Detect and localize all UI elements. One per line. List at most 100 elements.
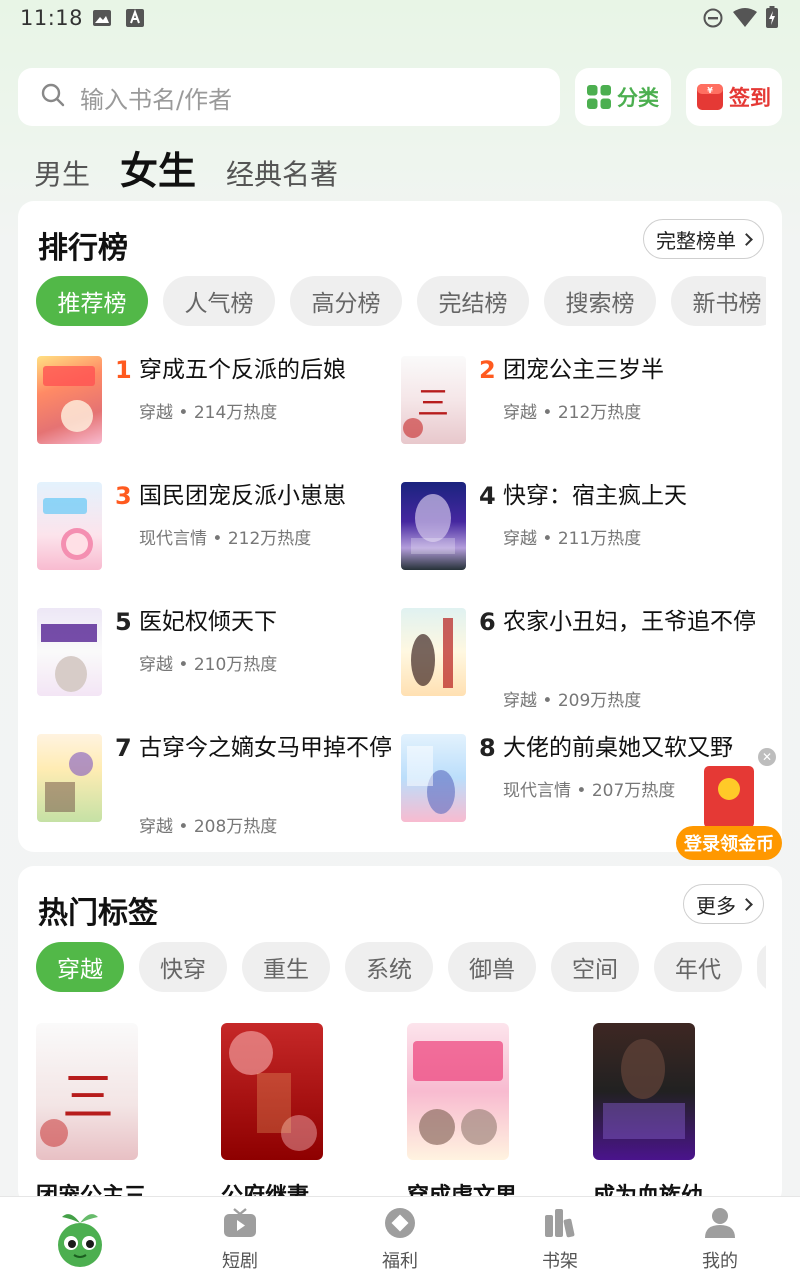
status-time: 11:18 <box>20 6 84 30</box>
tab-new-books[interactable]: 新书榜 <box>671 276 766 326</box>
book-meta: 穿越 • 210万热度 <box>139 655 278 675</box>
book-cover <box>37 734 102 822</box>
nav-home[interactable] <box>0 1197 160 1280</box>
book-cover <box>37 482 102 570</box>
full-ranking-button[interactable]: 完整榜单 <box>643 219 764 259</box>
rank-number: 6 <box>479 608 496 636</box>
rank-item[interactable]: 7 古穿今之嫡女马甲掉不停 穿越 • 208万热度 <box>37 734 397 844</box>
rank-number: 7 <box>115 734 132 762</box>
book-cover <box>37 356 102 444</box>
rank-item[interactable]: 4 快穿：宿主疯上天 穿越 • 211万热度 <box>401 482 761 592</box>
gift-icon <box>382 1207 418 1239</box>
red-packet-icon <box>704 766 754 828</box>
rank-item[interactable]: 1 穿成五个反派的后娘 穿越 • 214万热度 <box>37 356 397 466</box>
tab-search[interactable]: 搜索榜 <box>544 276 656 326</box>
rank-item[interactable]: 三 2 团宠公主三岁半 穿越 • 212万热度 <box>401 356 761 466</box>
category-button[interactable]: 分类 <box>575 68 671 126</box>
book-card[interactable]: 穿成虐文男 <box>407 1023 547 1206</box>
coupon-icon: ¥ <box>697 84 723 110</box>
rank-number: 2 <box>479 356 496 384</box>
tag-chip[interactable]: 年代 <box>654 942 742 992</box>
tag-chip[interactable]: 重生 <box>242 942 330 992</box>
more-tags-label: 更多 <box>696 893 736 918</box>
nav-label: 福利 <box>382 1251 418 1272</box>
rank-item[interactable]: 5 医妃权倾天下 穿越 • 210万热度 <box>37 608 397 718</box>
rank-number: 4 <box>479 482 496 510</box>
hot-tags-card: 热门标签 更多 穿越 快穿 重生 系统 御兽 空间 年代 三 团宠公主三 公府继妻 穿成虐文… <box>18 866 782 1206</box>
bottom-nav: 短剧 福利 书架 我的 <box>0 1196 800 1280</box>
book-meta: 穿越 • 208万热度 <box>139 817 278 837</box>
nav-label: 我的 <box>702 1251 738 1272</box>
hot-tags-title: 热门标签 <box>38 896 158 931</box>
home-mascot-icon <box>52 1209 108 1271</box>
book-cover <box>593 1023 695 1160</box>
tag-chip[interactable]: 御兽 <box>448 942 536 992</box>
ranking-card: 排行榜 完整榜单 推荐榜 人气榜 高分榜 完结榜 搜索榜 新书榜 1 穿成五个反派的后娘 … <box>18 201 782 852</box>
tag-chip-overflow[interactable] <box>757 942 766 992</box>
book-card[interactable]: 三 团宠公主三 <box>36 1023 176 1206</box>
ranking-title: 排行榜 <box>38 231 128 266</box>
book-meta: 穿越 • 212万热度 <box>503 403 642 423</box>
nav-welfare[interactable]: 福利 <box>320 1197 480 1280</box>
nav-label: 书架 <box>542 1251 578 1272</box>
book-cover <box>37 608 102 696</box>
tag-chip[interactable]: 系统 <box>345 942 433 992</box>
svg-text:三: 三 <box>417 384 449 422</box>
search-placeholder: 输入书名/作者 <box>80 85 233 114</box>
tab-classics[interactable]: 经典名著 <box>226 153 338 193</box>
close-icon[interactable]: ✕ <box>758 748 776 766</box>
tab-recommend[interactable]: 推荐榜 <box>36 276 148 326</box>
gender-tabs: 男生 女生 经典名著 <box>34 140 368 195</box>
tag-chip[interactable]: 快穿 <box>139 942 227 992</box>
book-cover <box>221 1023 323 1160</box>
search-input[interactable]: 输入书名/作者 <box>18 68 560 126</box>
chevron-right-icon <box>740 232 753 246</box>
rank-number: 5 <box>115 608 132 636</box>
status-bar: 11:18 <box>0 0 800 40</box>
search-icon <box>40 82 66 112</box>
login-reward-float[interactable]: ✕ 登录领金币 <box>676 748 782 862</box>
book-meta: 穿越 • 211万热度 <box>503 529 642 549</box>
tag-chip[interactable]: 穿越 <box>36 942 124 992</box>
book-cover: 三 <box>401 356 466 444</box>
book-title: 农家小丑妇，王爷追不停 <box>503 609 756 635</box>
ranking-tabs: 推荐榜 人气榜 高分榜 完结榜 搜索榜 新书榜 <box>36 276 766 326</box>
tv-icon <box>222 1207 258 1239</box>
book-cover <box>401 734 466 822</box>
dnd-icon <box>703 8 723 32</box>
book-meta: 穿越 • 209万热度 <box>503 691 642 711</box>
image-icon <box>92 9 112 31</box>
nav-bookshelf[interactable]: 书架 <box>480 1197 640 1280</box>
book-card[interactable]: 成为血族幼 <box>593 1023 733 1206</box>
tag-chip[interactable]: 空间 <box>551 942 639 992</box>
book-title: 国民团宠反派小崽崽 <box>139 483 346 509</box>
tab-high-score[interactable]: 高分榜 <box>290 276 402 326</box>
battery-icon <box>766 6 778 32</box>
tab-popular[interactable]: 人气榜 <box>163 276 275 326</box>
tab-male[interactable]: 男生 <box>34 153 90 193</box>
book-title: 古穿今之嫡女马甲掉不停 <box>139 735 392 761</box>
rank-number: 3 <box>115 482 132 510</box>
book-cover: 三 <box>36 1023 138 1160</box>
book-card[interactable]: 公府继妻 <box>221 1023 361 1206</box>
tab-female[interactable]: 女生 <box>120 140 196 195</box>
nav-short-drama[interactable]: 短剧 <box>160 1197 320 1280</box>
book-meta: 现代言情 • 207万热度 <box>503 781 676 801</box>
bookshelf-icon <box>542 1207 578 1239</box>
grid-icon <box>587 85 611 109</box>
book-title: 团宠公主三岁半 <box>503 357 664 383</box>
wifi-icon <box>733 8 757 32</box>
more-tags-button[interactable]: 更多 <box>683 884 764 924</box>
nav-profile[interactable]: 我的 <box>640 1197 800 1280</box>
font-icon <box>126 9 144 31</box>
book-title: 穿成五个反派的后娘 <box>139 357 346 383</box>
chevron-right-icon <box>740 897 753 911</box>
rank-item[interactable]: 3 国民团宠反派小崽崽 现代言情 • 212万热度 <box>37 482 397 592</box>
tab-completed[interactable]: 完结榜 <box>417 276 529 326</box>
signin-button[interactable]: ¥ 签到 <box>686 68 782 126</box>
book-title: 快穿：宿主疯上天 <box>503 483 687 509</box>
book-cover <box>401 608 466 696</box>
category-label: 分类 <box>617 86 659 110</box>
rank-item[interactable]: 6 农家小丑妇，王爷追不停 穿越 • 209万热度 <box>401 608 761 718</box>
user-icon <box>702 1207 738 1239</box>
